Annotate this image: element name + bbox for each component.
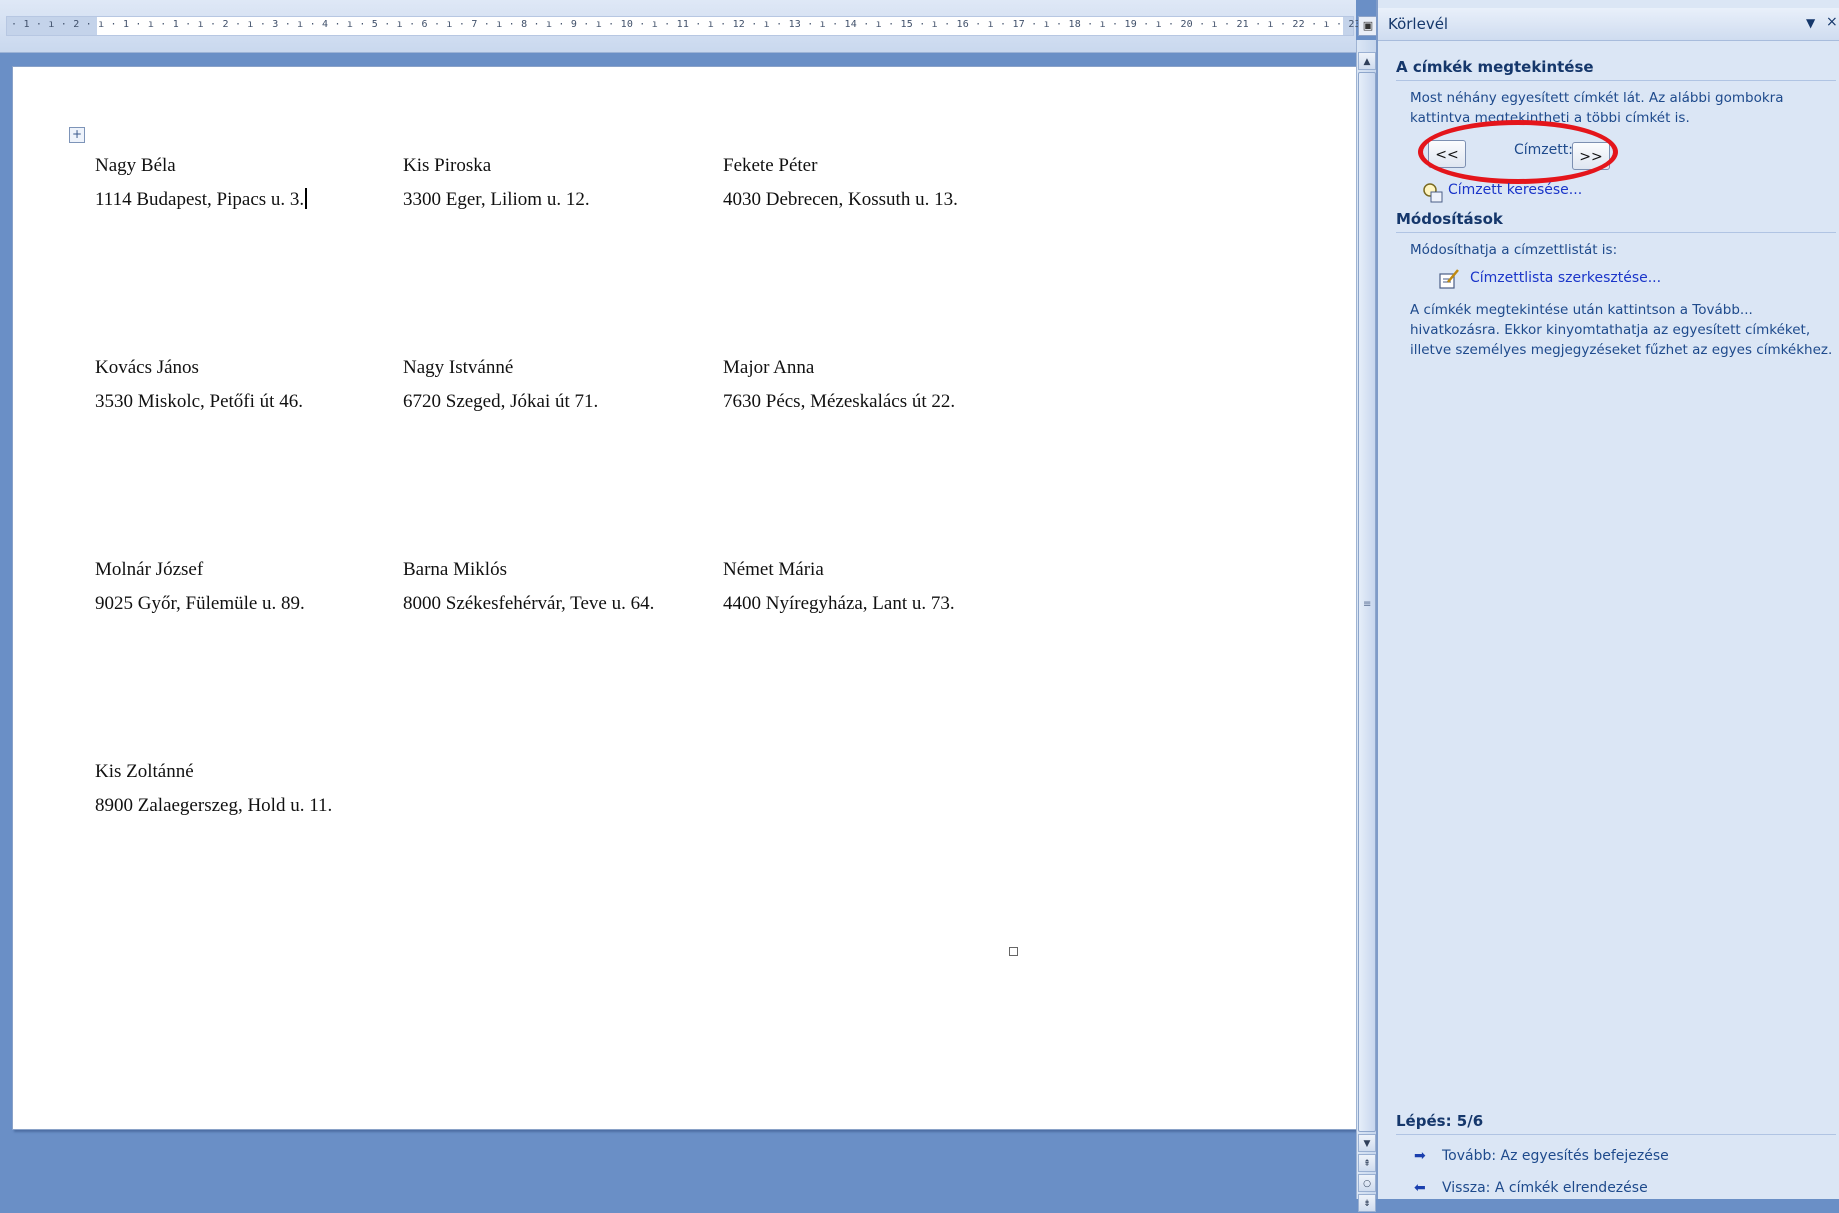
- label-name: Fekete Péter: [723, 155, 818, 176]
- next-step-link[interactable]: Tovább: Az egyesítés befejezése: [1442, 1148, 1669, 1164]
- chevron-down-icon[interactable]: ▼: [1806, 16, 1815, 30]
- vertical-scrollbar[interactable]: ▲ ≡ ▼ ⇞ ○ ⇟: [1356, 40, 1377, 1212]
- label-address: 4030 Debrecen, Kossuth u. 13.: [723, 189, 958, 210]
- label-address: 3300 Eger, Liliom u. 12.: [403, 189, 590, 210]
- task-pane-header: Körlevél ▼ ×: [1378, 8, 1839, 41]
- changes-description: Módosíthatja a címzettlistát is:: [1410, 242, 1618, 258]
- edit-recipient-list-link[interactable]: Címzettlista szerkesztése...: [1470, 270, 1661, 286]
- previous-page-icon[interactable]: ⇞: [1358, 1154, 1376, 1172]
- document-page[interactable]: + Nagy Béla 1114 Budapest, Pipacs u. 3. …: [12, 66, 1358, 1130]
- label-name: Barna Miklós: [403, 559, 507, 580]
- table-end-marker: [1009, 947, 1018, 956]
- divider: [1396, 80, 1836, 81]
- close-icon[interactable]: ×: [1826, 14, 1838, 30]
- label-cell[interactable]: Molnár József 9025 Győr, Fülemüle u. 89.: [95, 553, 305, 621]
- label-cell[interactable]: Major Anna 7630 Pécs, Mézeskalács út 22.: [723, 351, 955, 419]
- highlight-ellipse: [1418, 120, 1618, 184]
- divider: [1396, 232, 1836, 233]
- grip-icon: ≡: [1363, 599, 1372, 610]
- label-name: Nagy Béla: [95, 155, 176, 176]
- text-cursor: [305, 188, 308, 209]
- label-cell[interactable]: Kovács János 3530 Miskolc, Petőfi út 46.: [95, 351, 303, 419]
- table-move-handle-icon[interactable]: +: [69, 127, 85, 143]
- label-name: Kovács János: [95, 357, 199, 378]
- scrollbar-thumb[interactable]: ≡: [1358, 72, 1376, 1132]
- label-cell[interactable]: Német Mária 4400 Nyíregyháza, Lant u. 73…: [723, 553, 955, 621]
- label-cell[interactable]: Kis Zoltánné 8900 Zalaegerszeg, Hold u. …: [95, 755, 332, 823]
- horizontal-ruler[interactable]: · 1 · ı · 2 · ı · 1 · ı · 1 · ı · 2 · ı …: [0, 0, 1473, 53]
- label-address: 8900 Zalaegerszeg, Hold u. 11.: [95, 795, 333, 816]
- arrow-right-icon: ➡: [1414, 1148, 1426, 1164]
- label-address: 8000 Székesfehérvár, Teve u. 64.: [403, 593, 655, 614]
- label-name: Német Mária: [723, 559, 824, 580]
- divider: [1396, 1134, 1836, 1135]
- edit-list-icon: [1439, 269, 1459, 289]
- previous-step-link[interactable]: Vissza: A címkék elrendezése: [1442, 1180, 1648, 1196]
- label-cell[interactable]: Nagy Béla 1114 Budapest, Pipacs u. 3.: [95, 149, 308, 217]
- label-address: 1114 Budapest, Pipacs u. 3.: [95, 183, 308, 217]
- label-address: 4400 Nyíregyháza, Lant u. 73.: [723, 593, 955, 614]
- label-cell[interactable]: Fekete Péter 4030 Debrecen, Kossuth u. 1…: [723, 149, 958, 217]
- label-name: Nagy Istvánné: [403, 357, 514, 378]
- find-recipient-link[interactable]: Címzett keresése...: [1448, 182, 1582, 198]
- label-address-text: 1114 Budapest, Pipacs u. 3.: [95, 189, 305, 210]
- label-name: Molnár József: [95, 559, 204, 580]
- label-address: 7630 Pécs, Mézeskalács út 22.: [723, 391, 956, 412]
- changes-info: A címkék megtekintése után kattintson a …: [1410, 302, 1833, 358]
- section-preview-title: A címkék megtekintése: [1396, 58, 1594, 76]
- label-address: 9025 Győr, Fülemüle u. 89.: [95, 593, 305, 614]
- ruler-strip: · 1 · ı · 2 · ı · 1 · ı · 1 · ı · 2 · ı …: [6, 16, 1473, 36]
- label-name: Kis Zoltánné: [95, 761, 194, 782]
- section-changes-title: Módosítások: [1396, 210, 1503, 228]
- ruler-view-icon[interactable]: ▣: [1358, 16, 1378, 36]
- scroll-up-icon[interactable]: ▲: [1358, 52, 1376, 70]
- ruler-numbers: · 1 · ı · 2 · ı · 1 · ı · 1 · ı · 2 · ı …: [11, 19, 1473, 30]
- label-name: Kis Piroska: [403, 155, 492, 176]
- browse-object-icon[interactable]: ○: [1358, 1174, 1376, 1192]
- mail-merge-task-pane: Körlevél ▼ × A címkék megtekintése Most …: [1376, 0, 1839, 1199]
- label-cell[interactable]: Nagy Istvánné 6720 Szeged, Jókai út 71.: [403, 351, 598, 419]
- find-recipient-icon: [1423, 183, 1443, 203]
- scroll-down-icon[interactable]: ▼: [1358, 1134, 1376, 1152]
- task-pane-title: Körlevél: [1388, 15, 1449, 33]
- step-title: Lépés: 5/6: [1396, 1112, 1484, 1130]
- next-page-icon[interactable]: ⇟: [1358, 1194, 1376, 1212]
- label-cell[interactable]: Kis Piroska 3300 Eger, Liliom u. 12.: [403, 149, 590, 217]
- label-address: 3530 Miskolc, Petőfi út 46.: [95, 391, 303, 412]
- label-cell[interactable]: Barna Miklós 8000 Székesfehérvár, Teve u…: [403, 553, 654, 621]
- arrow-left-icon: ⬅: [1414, 1180, 1426, 1196]
- label-address: 6720 Szeged, Jókai út 71.: [403, 391, 599, 412]
- label-name: Major Anna: [723, 357, 815, 378]
- preview-description: Most néhány egyesített címkét lát. Az al…: [1410, 90, 1784, 126]
- document-workspace: · 1 · ı · 2 · ı · 1 · ı · 1 · ı · 2 · ı …: [0, 0, 1473, 1199]
